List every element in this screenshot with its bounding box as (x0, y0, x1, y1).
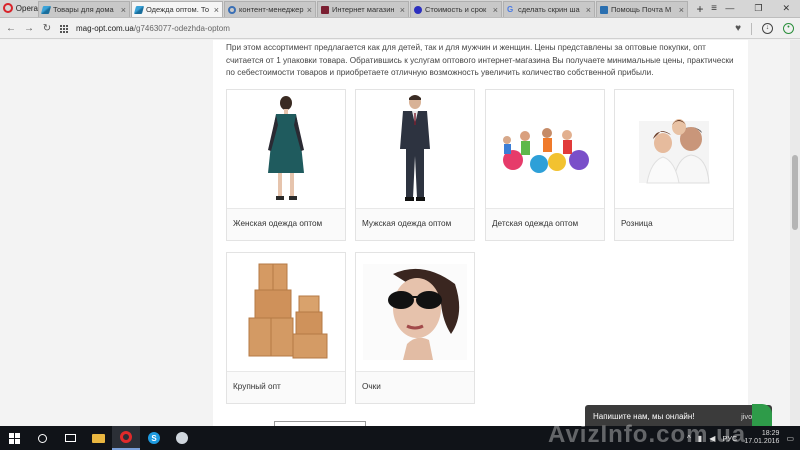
category-card-kids[interactable]: Детская одежда оптом (485, 89, 605, 241)
file-explorer-button[interactable] (84, 426, 112, 450)
globe-icon (228, 5, 236, 14)
address-bar: ← → ↻ mag-opt.com.ua/g7463077-odezhda-op… (0, 19, 800, 39)
close-icon[interactable]: × (400, 5, 405, 15)
page-content: При этом ассортимент предлагается как дл… (213, 40, 748, 427)
opera-taskbar-button[interactable] (112, 426, 140, 450)
skype-taskbar-button[interactable]: S (140, 426, 168, 450)
tab-3[interactable]: контент-менеджер × (224, 1, 316, 17)
chat-badge-icon[interactable] (752, 404, 772, 426)
tab-label: Одежда оптом. То (146, 5, 210, 14)
intro-text: При этом ассортимент предлагается как дл… (226, 43, 734, 77)
mail-icon (600, 5, 608, 14)
feather-icon (133, 5, 145, 14)
close-window-icon[interactable]: ✕ (782, 3, 790, 14)
search-icon (37, 433, 47, 443)
category-card-wholesale[interactable]: Крупный опт (226, 252, 346, 404)
app-taskbar-button[interactable] (168, 426, 196, 450)
category-card-women[interactable]: Женская одежда оптом (226, 89, 346, 241)
book-icon (321, 5, 329, 14)
heart-icon[interactable]: ♥ (735, 23, 741, 34)
tab-menu-icon[interactable]: ≡ (707, 1, 721, 17)
opera-icon (120, 431, 132, 443)
close-icon[interactable]: × (679, 5, 684, 15)
windows-logo-icon (8, 432, 20, 444)
download-icon[interactable]: ↓ (762, 23, 773, 34)
tab-5[interactable]: Стоимость и срок × (410, 1, 502, 17)
category-card-glasses[interactable]: Очки (355, 252, 475, 404)
volume-icon[interactable]: ◀ (709, 434, 715, 443)
browser-tab-bar: Opera Товары для дома × Одежда оптом. То… (0, 0, 800, 18)
women-dress-image (227, 90, 345, 208)
task-view-button[interactable] (56, 426, 84, 450)
windows-taskbar: S ^ ▮ ◀ РУС 18:29 17.01.2016 ▭ (0, 426, 800, 450)
window-controls: — ❐ ✕ (725, 0, 800, 17)
chevron-up-icon[interactable]: ^ (687, 434, 691, 443)
opera-menu-button[interactable]: Opera (0, 0, 38, 17)
maximize-icon[interactable]: ❐ (754, 3, 762, 14)
chat-message: Напишите нам, мы онлайн! (593, 411, 695, 421)
blue-circle-icon (414, 5, 422, 14)
url-host: mag-opt.com.ua (76, 24, 134, 33)
minimize-icon[interactable]: — (725, 3, 734, 13)
jivosite-chat-widget[interactable]: Напишите нам, мы онлайн! jivosite (585, 405, 772, 427)
clock[interactable]: 18:29 17.01.2016 (744, 430, 779, 446)
category-caption[interactable]: Детская одежда оптом (486, 208, 604, 240)
feather-icon (40, 5, 52, 14)
category-caption[interactable]: Женская одежда оптом (227, 208, 345, 240)
tab-4[interactable]: Интернет магазин × (317, 1, 409, 17)
retail-family-image (615, 90, 733, 208)
task-view-icon (64, 434, 76, 442)
tab-label: сделать скрин ша (518, 5, 580, 14)
tab-label: Товары для дома (53, 5, 114, 14)
close-icon[interactable]: × (121, 5, 126, 15)
opera-menu-label: Opera (15, 3, 38, 13)
clock-time: 18:29 (761, 430, 780, 437)
clock-date: 17.01.2016 (744, 438, 780, 445)
category-caption[interactable]: Крупный опт (227, 371, 345, 403)
kids-group-image (486, 90, 604, 208)
men-suit-image (356, 90, 474, 208)
notifications-icon[interactable]: ▭ (786, 434, 794, 443)
language-indicator[interactable]: РУС (722, 434, 737, 443)
tab-1[interactable]: Товары для дома × (38, 1, 130, 17)
close-icon[interactable]: × (586, 5, 591, 15)
scrollbar-thumb[interactable] (792, 155, 798, 230)
tab-7[interactable]: Помощь Почта М × (596, 1, 688, 17)
google-icon: G (507, 4, 514, 14)
extension-icon[interactable]: • (783, 23, 794, 34)
tab-6[interactable]: G сделать скрин ша × (503, 1, 595, 17)
tab-label: контент-менеджер (239, 5, 304, 14)
folder-icon (91, 433, 105, 443)
tab-label: Интернет магазин (332, 5, 395, 14)
tab-label: Помощь Почта М (611, 5, 672, 14)
close-icon[interactable]: × (493, 5, 498, 15)
close-icon[interactable]: × (307, 5, 312, 15)
forward-arrow-icon[interactable]: → (24, 23, 34, 34)
page-scrollbar[interactable] (790, 40, 800, 426)
skype-icon: S (148, 432, 160, 444)
reload-icon[interactable]: ↻ (42, 23, 52, 34)
search-button[interactable] (28, 426, 56, 450)
category-card-retail[interactable]: Розница (614, 89, 734, 241)
cardboard-boxes-image (227, 253, 345, 371)
category-caption[interactable]: Розница (615, 208, 733, 240)
opera-logo-icon (3, 3, 13, 13)
category-caption[interactable]: Мужская одежда оптом (356, 208, 474, 240)
start-button[interactable] (0, 426, 28, 450)
divider (751, 22, 752, 35)
app-icon (176, 432, 188, 444)
category-card-men[interactable]: Мужская одежда оптом (355, 89, 475, 241)
system-tray: ^ ▮ ◀ РУС 18:29 17.01.2016 ▭ (687, 430, 800, 446)
close-icon[interactable]: × (214, 5, 219, 15)
new-tab-icon[interactable]: + (693, 1, 707, 17)
category-caption[interactable]: Очки (356, 371, 474, 403)
back-arrow-icon[interactable]: ← (6, 23, 16, 34)
sunglasses-model-image (356, 253, 474, 371)
tab-2[interactable]: Одежда оптом. То × (131, 1, 223, 17)
tab-label: Стоимость и срок (425, 5, 487, 14)
network-icon[interactable]: ▮ (698, 434, 702, 443)
speed-dial-icon[interactable] (60, 24, 68, 33)
url-field[interactable]: mag-opt.com.ua/g7463077-odezhda-optom (76, 24, 727, 33)
url-path: /g7463077-odezhda-optom (133, 24, 230, 33)
